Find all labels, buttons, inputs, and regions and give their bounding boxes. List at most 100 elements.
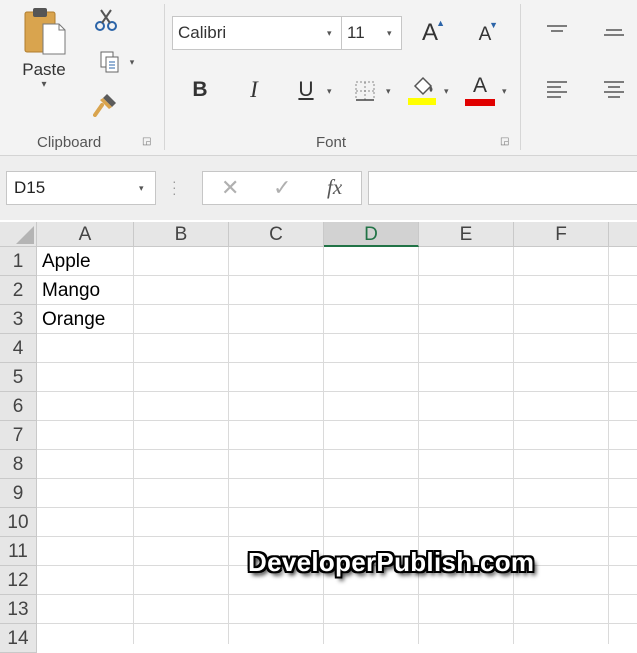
paste-button[interactable]: Paste ▾ bbox=[14, 6, 74, 96]
row-header-7[interactable]: 7 bbox=[0, 421, 37, 450]
insert-function-button[interactable]: fx bbox=[327, 175, 342, 200]
row-header-2[interactable]: 2 bbox=[0, 276, 37, 305]
align-left-icon bbox=[547, 81, 567, 98]
borders-button[interactable] bbox=[352, 78, 378, 104]
caret-up-icon: ▲ bbox=[436, 18, 445, 28]
gridline bbox=[37, 304, 637, 305]
gridline bbox=[37, 478, 637, 479]
splitter-handle-icon[interactable]: · · · bbox=[172, 174, 177, 200]
fill-color-button[interactable] bbox=[406, 74, 438, 106]
cut-icon bbox=[95, 9, 117, 31]
formula-bar: D15 ▾ · · · ✕ ✓ fx bbox=[0, 156, 637, 220]
row-header-9[interactable]: 9 bbox=[0, 479, 37, 508]
gridline bbox=[608, 247, 609, 644]
gridline bbox=[513, 247, 514, 644]
group-divider bbox=[164, 4, 165, 150]
dialog-launcher-icon[interactable]: ◲ bbox=[142, 136, 151, 147]
formula-buttons: ✕ ✓ fx bbox=[202, 171, 362, 205]
gridline bbox=[37, 594, 637, 595]
font-color-dropdown-icon[interactable]: ▾ bbox=[502, 86, 507, 97]
font-group-label: Font bbox=[316, 134, 347, 151]
cell-a3[interactable]: Orange bbox=[42, 305, 105, 334]
gridline bbox=[37, 507, 637, 508]
borders-icon bbox=[355, 81, 375, 101]
gridline bbox=[37, 623, 637, 624]
italic-button[interactable]: I bbox=[240, 76, 268, 104]
row-header-13[interactable]: 13 bbox=[0, 595, 37, 624]
gridline bbox=[133, 247, 134, 644]
font-size-select[interactable]: 11 ▾ bbox=[341, 16, 402, 50]
group-divider bbox=[520, 4, 521, 150]
underline-dropdown-icon[interactable]: ▾ bbox=[327, 86, 332, 97]
column-header-a[interactable]: A bbox=[37, 222, 134, 247]
fill-color-dropdown-icon[interactable]: ▾ bbox=[444, 86, 449, 97]
formula-input[interactable] bbox=[368, 171, 637, 205]
row-header-11[interactable]: 11 bbox=[0, 537, 37, 566]
align-center-icon bbox=[604, 81, 624, 98]
cancel-icon[interactable]: ✕ bbox=[221, 175, 239, 201]
paste-icon bbox=[24, 8, 66, 55]
column-header-d[interactable]: D bbox=[324, 222, 419, 247]
underline-icon: U bbox=[298, 78, 314, 101]
gridline bbox=[228, 247, 229, 644]
align-top-button[interactable] bbox=[543, 20, 571, 44]
gridline bbox=[418, 247, 419, 644]
align-center-button[interactable] bbox=[600, 76, 628, 104]
gridline bbox=[37, 391, 637, 392]
row-header-3[interactable]: 3 bbox=[0, 305, 37, 334]
borders-dropdown-icon[interactable]: ▾ bbox=[386, 86, 391, 97]
row-header-4[interactable]: 4 bbox=[0, 334, 37, 363]
row-header-8[interactable]: 8 bbox=[0, 450, 37, 479]
name-box-value: D15 bbox=[14, 178, 46, 197]
gridline bbox=[323, 247, 324, 644]
column-header-g-partial[interactable] bbox=[609, 222, 637, 247]
row-header-14[interactable]: 14 bbox=[0, 624, 37, 653]
font-color-button[interactable]: A bbox=[464, 74, 496, 106]
align-middle-button[interactable] bbox=[600, 22, 628, 46]
gridline bbox=[37, 449, 637, 450]
font-color-swatch bbox=[465, 99, 495, 106]
font-name-select[interactable]: Calibri ▾ bbox=[172, 16, 342, 50]
name-box[interactable]: D15 ▾ bbox=[6, 171, 156, 205]
font-size-value: 11 bbox=[347, 23, 365, 42]
column-header-e[interactable]: E bbox=[419, 222, 514, 247]
cell-a2[interactable]: Mango bbox=[42, 276, 100, 305]
format-painter-button[interactable] bbox=[92, 90, 120, 118]
row-header-5[interactable]: 5 bbox=[0, 363, 37, 392]
dialog-launcher-icon[interactable]: ◲ bbox=[500, 136, 509, 147]
italic-icon: I bbox=[250, 77, 258, 102]
column-header-c[interactable]: C bbox=[229, 222, 324, 247]
gridline bbox=[37, 275, 637, 276]
cut-button[interactable] bbox=[92, 6, 120, 34]
format-painter-icon bbox=[93, 94, 116, 117]
row-header-6[interactable]: 6 bbox=[0, 392, 37, 421]
font-color-icon: A bbox=[472, 74, 487, 97]
caret-down-icon: ▼ bbox=[489, 20, 498, 30]
gridline bbox=[37, 420, 637, 421]
column-header-b[interactable]: B bbox=[134, 222, 229, 247]
watermark-text: DeveloperPublish.com bbox=[248, 547, 535, 577]
underline-button[interactable]: U bbox=[292, 76, 320, 104]
align-top-icon bbox=[547, 25, 567, 32]
align-middle-icon bbox=[604, 29, 624, 36]
gridline bbox=[37, 536, 637, 537]
cell-a1[interactable]: Apple bbox=[42, 247, 91, 276]
row-header-12[interactable]: 12 bbox=[0, 566, 37, 595]
font-name-value: Calibri bbox=[178, 23, 227, 42]
select-all-triangle-icon bbox=[16, 226, 34, 244]
worksheet-grid: A B C D E F 1 2 3 4 5 6 7 8 9 10 11 12 1… bbox=[0, 220, 637, 653]
copy-button[interactable]: ▾ bbox=[92, 48, 140, 76]
enter-check-icon[interactable]: ✓ bbox=[273, 175, 291, 201]
decrease-font-size-button[interactable]: A ▼ bbox=[470, 20, 500, 50]
gridline bbox=[37, 333, 637, 334]
align-left-button[interactable] bbox=[543, 76, 571, 104]
column-header-f[interactable]: F bbox=[514, 222, 609, 247]
row-header-10[interactable]: 10 bbox=[0, 508, 37, 537]
copy-icon bbox=[100, 51, 119, 73]
bold-button[interactable]: B bbox=[186, 76, 214, 104]
increase-font-size-button[interactable]: A ▲ bbox=[415, 18, 445, 48]
row-header-1[interactable]: 1 bbox=[0, 247, 37, 276]
select-all-button[interactable] bbox=[0, 222, 37, 247]
fill-color-icon bbox=[408, 76, 436, 105]
gridline bbox=[37, 362, 637, 363]
